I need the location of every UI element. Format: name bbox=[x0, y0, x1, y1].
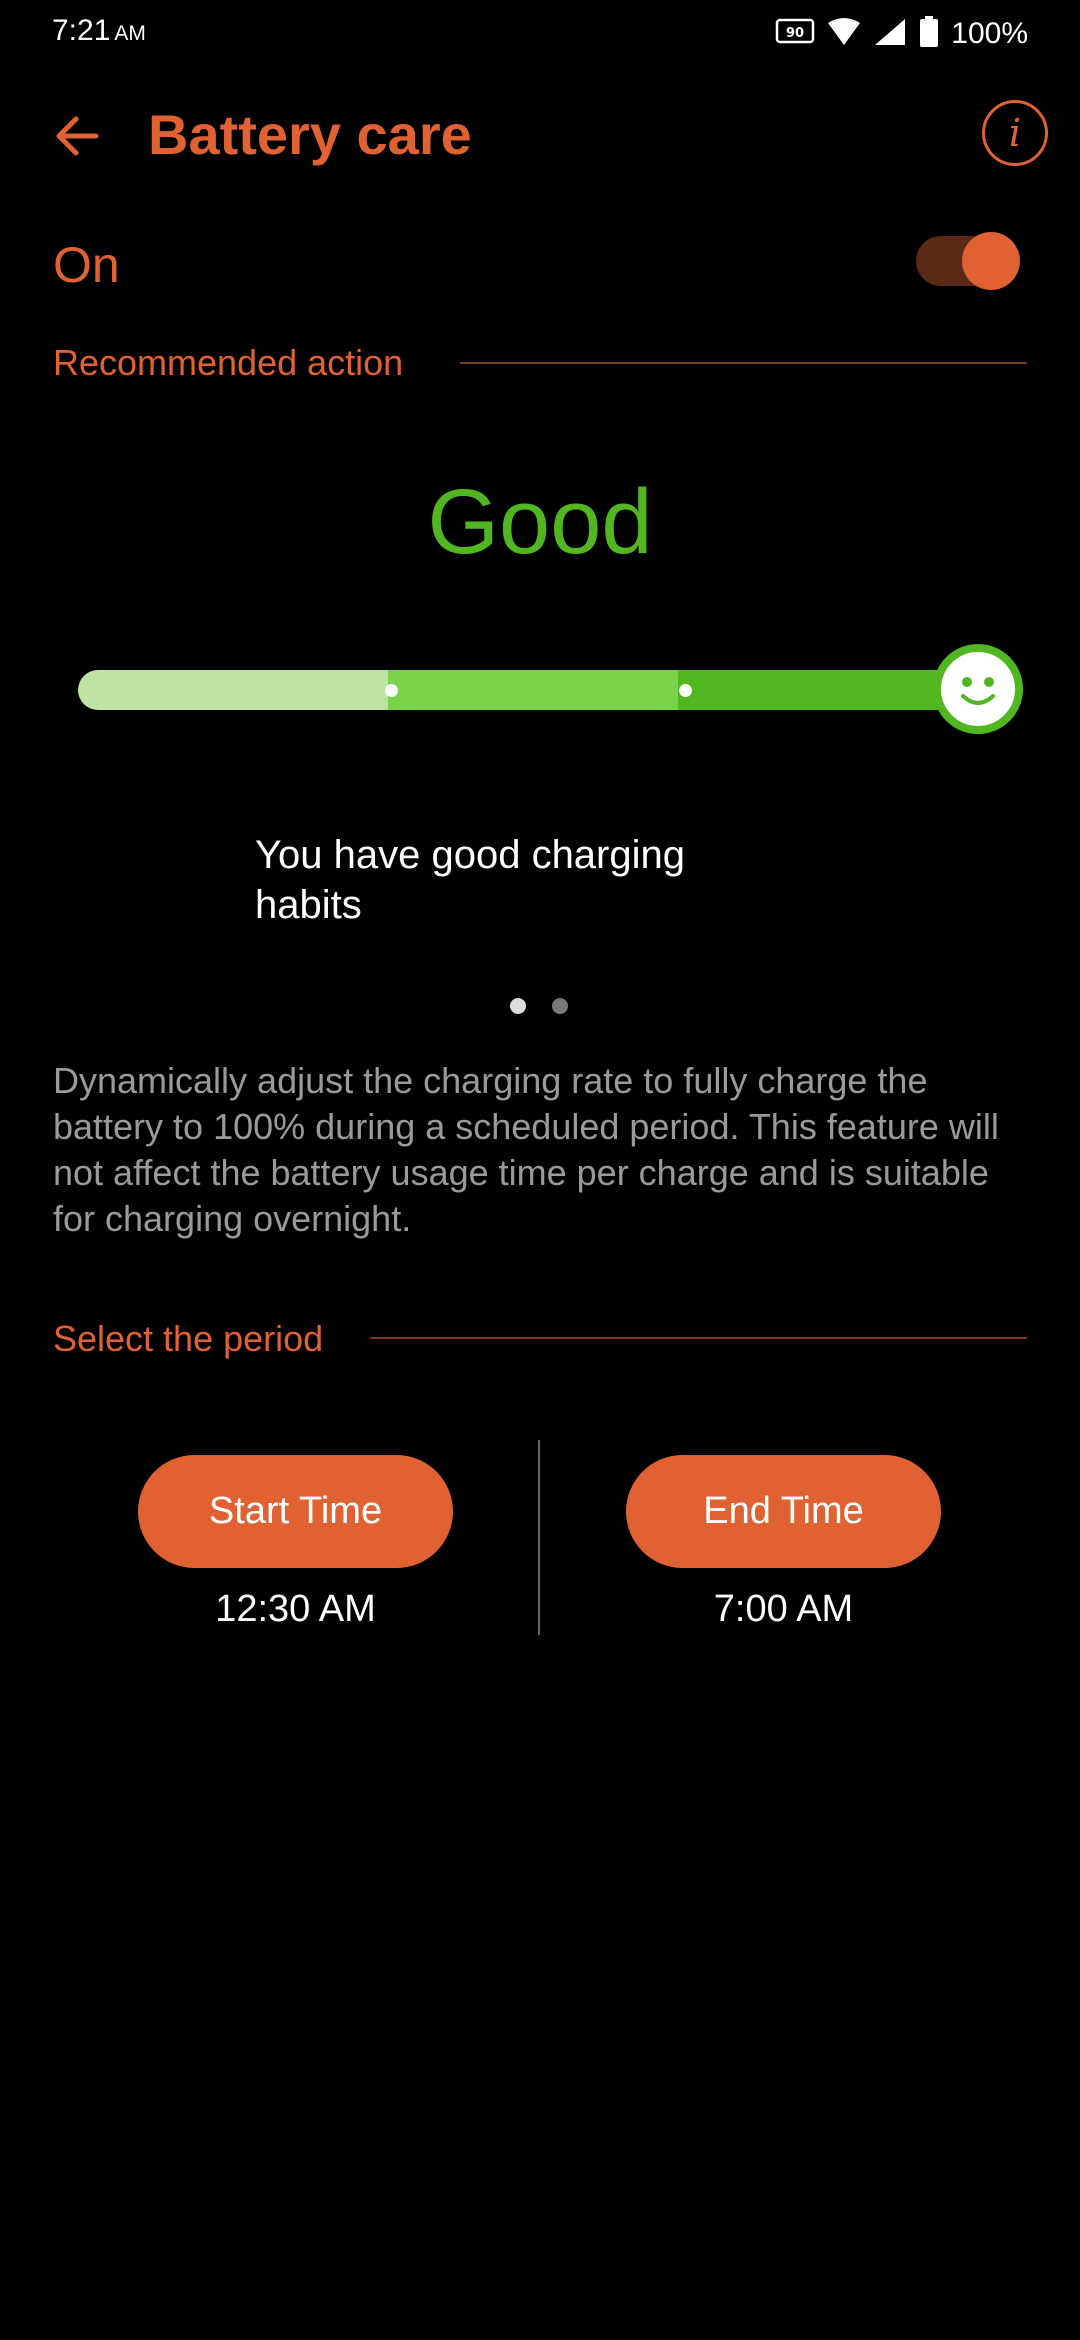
status-time-ampm: AM bbox=[114, 22, 146, 45]
status-time-value: 7:21 bbox=[52, 14, 111, 47]
end-time-value: 7:00 AM bbox=[713, 1588, 854, 1630]
page-dot-active bbox=[510, 998, 526, 1014]
signal-icon bbox=[873, 17, 907, 52]
battery-care-toggle-row[interactable]: On bbox=[0, 222, 1080, 302]
feature-description: Dynamically adjust the charging rate to … bbox=[53, 1060, 999, 1239]
meter-segment-mid bbox=[388, 670, 718, 710]
page-dot-inactive bbox=[552, 998, 568, 1014]
app-bar: Battery care i bbox=[0, 90, 1080, 180]
battery-icon bbox=[919, 15, 939, 53]
charging-rating: Good bbox=[427, 471, 653, 573]
arrow-left-icon bbox=[56, 116, 99, 156]
end-time-button[interactable]: End Time bbox=[626, 1455, 941, 1568]
start-time-button[interactable]: Start Time bbox=[138, 1455, 453, 1568]
battery-percent: 100% bbox=[951, 17, 1028, 50]
select-period-header: Select the period bbox=[53, 1318, 324, 1359]
page-title: Battery care bbox=[148, 103, 472, 166]
start-time-value: 12:30 AM bbox=[215, 1588, 376, 1630]
status-time: 7:21 AM bbox=[52, 14, 146, 48]
info-button[interactable]: i bbox=[982, 100, 1048, 166]
time-divider bbox=[538, 1440, 540, 1635]
status-icons: 90 100% bbox=[775, 14, 1028, 54]
refresh-rate-badge: 90 bbox=[786, 26, 804, 41]
meter-marker bbox=[679, 684, 692, 697]
meter-segment-low bbox=[78, 670, 408, 710]
back-button[interactable] bbox=[48, 106, 108, 166]
section-divider bbox=[370, 1337, 1027, 1339]
habit-message: You have good charging habits bbox=[255, 833, 685, 927]
switch-knob bbox=[962, 232, 1020, 290]
page-indicator bbox=[510, 998, 568, 1014]
recommended-action-header: Recommended action bbox=[53, 342, 404, 383]
battery-care-switch[interactable] bbox=[916, 232, 1020, 290]
charging-habit-meter bbox=[78, 640, 1028, 740]
info-icon: i bbox=[1008, 111, 1022, 155]
wifi-icon bbox=[827, 17, 861, 52]
meter-marker bbox=[385, 684, 398, 697]
smiley-face-icon bbox=[933, 644, 1023, 734]
section-divider bbox=[460, 362, 1027, 364]
toggle-label: On bbox=[53, 237, 120, 293]
status-bar: 7:21 AM 90 100% bbox=[0, 0, 1080, 70]
refresh-rate-icon: 90 bbox=[775, 17, 815, 52]
